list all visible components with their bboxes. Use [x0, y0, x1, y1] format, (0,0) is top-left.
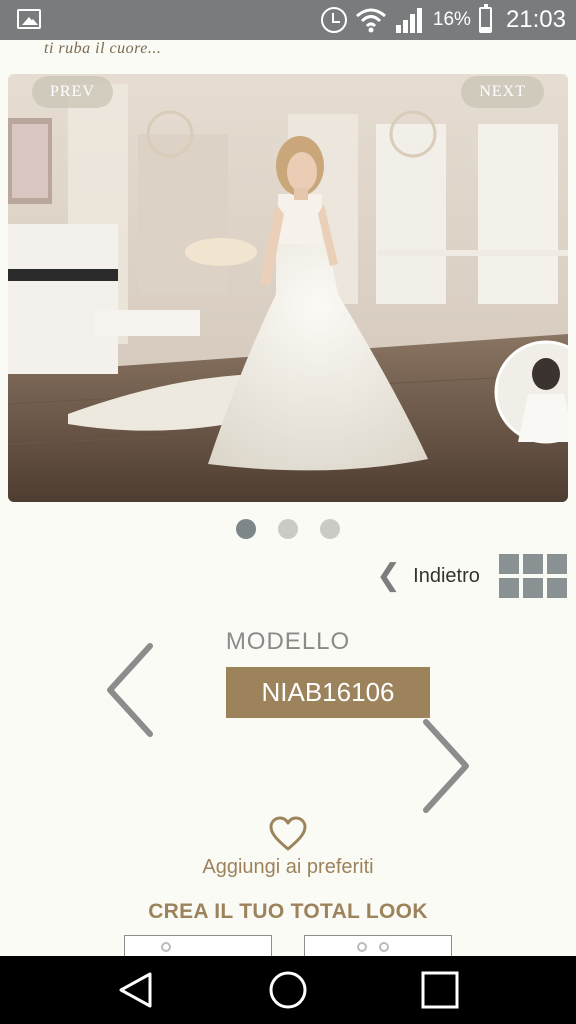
previous-model-arrow-icon[interactable]	[104, 642, 156, 738]
battery-icon	[478, 4, 492, 33]
back-icon[interactable]	[116, 970, 156, 1010]
pagination-dot-2[interactable]	[278, 519, 298, 539]
prev-button[interactable]: PREV	[32, 76, 113, 108]
status-bar: 16% 21:03	[0, 0, 576, 40]
add-to-favorites-link[interactable]: Aggiungi ai preferiti	[0, 856, 576, 879]
total-look-heading: CREA IL TUO TOTAL LOOK	[148, 900, 428, 923]
alarm-icon	[320, 7, 347, 33]
dress-photo	[8, 74, 568, 502]
system-navigation-bar	[0, 956, 576, 1024]
gallery-icon	[17, 9, 41, 29]
clock: 21:03	[505, 6, 566, 33]
heart-icon[interactable]	[268, 816, 308, 852]
model-heading: MODELLO	[0, 628, 576, 656]
next-model-arrow-icon[interactable]	[420, 718, 472, 814]
back-label: Indietro	[413, 564, 480, 587]
dress-gallery[interactable]: PREV NEXT	[8, 74, 568, 502]
next-button[interactable]: NEXT	[461, 76, 544, 108]
signal-icon	[395, 8, 422, 33]
model-code: NIAB16106	[226, 667, 430, 718]
recent-apps-icon[interactable]	[420, 970, 460, 1010]
pagination-dot-1[interactable]	[236, 519, 256, 539]
wifi-icon	[355, 8, 386, 33]
status-icons: 16% 21:03	[320, 0, 566, 40]
back-link[interactable]: ❮ Indietro	[376, 561, 480, 591]
battery-percentage: 16%	[432, 9, 471, 30]
grid-view-icon[interactable]	[499, 554, 567, 598]
pagination-dot-3[interactable]	[320, 519, 340, 539]
model-label: MODELLO	[225, 628, 351, 655]
home-icon[interactable]	[268, 970, 308, 1010]
gallery-pagination	[236, 519, 340, 539]
brand-tagline: ti ruba il cuore...	[44, 40, 162, 57]
chevron-left-icon: ❮	[376, 559, 402, 592]
